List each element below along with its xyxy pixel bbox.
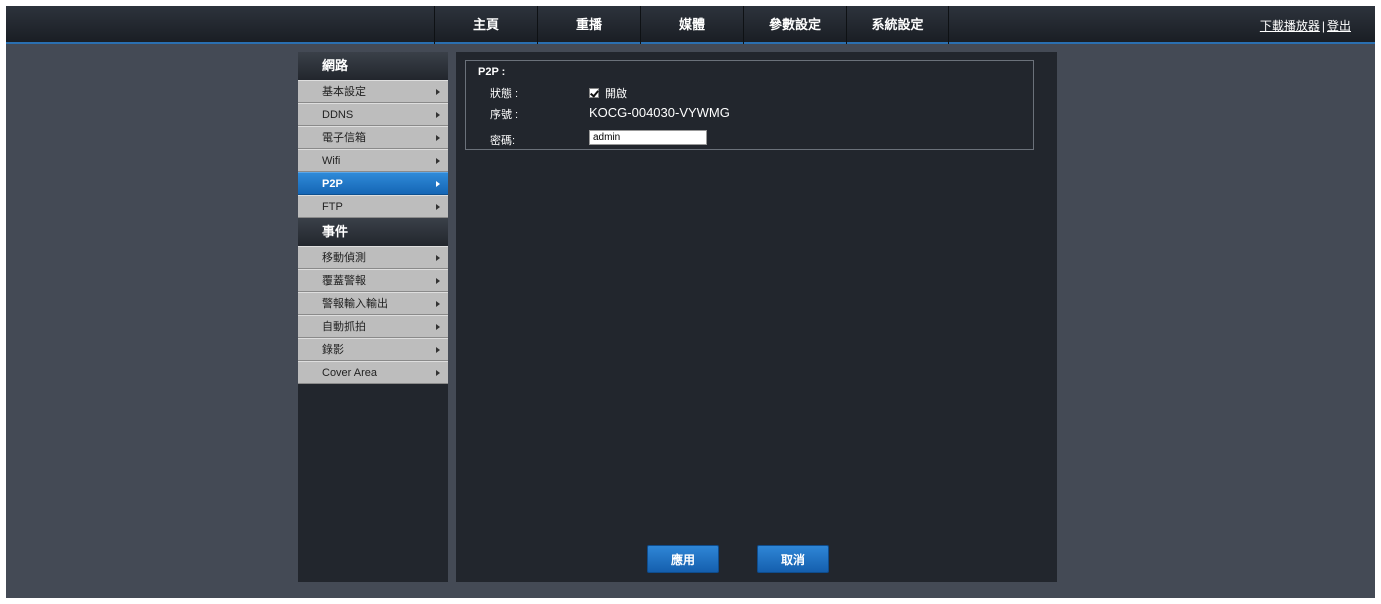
nav-playback[interactable]: 重播 (537, 6, 640, 44)
status-label: 狀態 : (490, 88, 519, 100)
sidebar-item-alarm-io[interactable]: 警報輸入輸出 (298, 292, 448, 315)
sidebar-item-basic-settings[interactable]: 基本設定 (298, 80, 448, 103)
cancel-button[interactable]: 取消 (757, 545, 829, 573)
chevron-right-icon (436, 324, 440, 330)
apply-button[interactable]: 應用 (647, 545, 719, 573)
chevron-right-icon (436, 135, 440, 141)
serial-row: 序號 : KOCG-004030-VYWMG (490, 105, 730, 122)
top-navigation-bar: 主頁 重播 媒體 參數設定 系統設定 下載播放器 | 登出 (6, 6, 1375, 44)
chevron-right-icon (436, 370, 440, 376)
sidebar-item-label: 錄影 (322, 344, 344, 356)
sidebar-item-label: 自動抓拍 (322, 321, 366, 333)
password-label: 密碼: (490, 135, 516, 147)
download-player-link[interactable]: 下載播放器 (1260, 19, 1320, 33)
chevron-right-icon (436, 181, 440, 187)
chevron-right-icon (436, 112, 440, 118)
nav-home[interactable]: 主頁 (434, 6, 537, 44)
sidebar: 網路 基本設定 DDNS 電子信箱 Wifi P2P FTP 事件 移動偵測 覆… (298, 52, 448, 582)
status-enable-checkbox[interactable] (589, 88, 599, 98)
sidebar-item-label: Wifi (322, 155, 341, 167)
serial-value: KOCG-004030-VYWMG (589, 105, 730, 120)
sidebar-item-label: 警報輸入輸出 (322, 298, 388, 310)
app-frame: 主頁 重播 媒體 參數設定 系統設定 下載播放器 | 登出 網路 基本設定 DDNS… (6, 6, 1375, 598)
main-panel: P2P : 狀態 : 開啟 序號 : KOCG-004030-VYWMG 密碼:… (456, 52, 1057, 582)
nav-system-settings[interactable]: 系統設定 (846, 6, 949, 44)
chevron-right-icon (436, 347, 440, 353)
nav-parameter-settings[interactable]: 參數設定 (743, 6, 846, 44)
sidebar-item-ftp[interactable]: FTP (298, 195, 448, 218)
sidebar-item-label: P2P (322, 178, 343, 190)
sidebar-item-label: DDNS (322, 109, 354, 121)
chevron-right-icon (436, 255, 440, 261)
sidebar-item-motion-detection[interactable]: 移動偵測 (298, 246, 448, 269)
sidebar-item-email[interactable]: 電子信箱 (298, 126, 448, 149)
sidebar-item-ddns[interactable]: DDNS (298, 103, 448, 126)
status-row: 狀態 : 開啟 (490, 85, 627, 101)
nav-media[interactable]: 媒體 (640, 6, 743, 44)
sidebar-item-tamper-alarm[interactable]: 覆蓋警報 (298, 269, 448, 292)
link-separator: | (1321, 19, 1325, 33)
p2p-section-title: P2P : (478, 66, 506, 78)
sidebar-item-p2p[interactable]: P2P (298, 172, 448, 195)
chevron-right-icon (436, 89, 440, 95)
chevron-right-icon (436, 301, 440, 307)
chevron-right-icon (436, 204, 440, 210)
sidebar-item-label: FTP (322, 201, 343, 213)
sidebar-item-recording[interactable]: 錄影 (298, 338, 448, 361)
sidebar-header-events: 事件 (298, 218, 448, 246)
sidebar-item-label: 覆蓋警報 (322, 275, 366, 287)
sidebar-item-label: 基本設定 (322, 86, 366, 98)
sidebar-item-label: 電子信箱 (322, 132, 366, 144)
status-enable-label: 開啟 (605, 88, 627, 100)
logout-link[interactable]: 登出 (1327, 19, 1351, 33)
sidebar-item-cover-area[interactable]: Cover Area (298, 361, 448, 384)
chevron-right-icon (436, 278, 440, 284)
serial-label: 序號 : (490, 109, 519, 121)
sidebar-item-auto-snapshot[interactable]: 自動抓拍 (298, 315, 448, 338)
main-nav: 主頁 重播 媒體 參數設定 系統設定 (434, 6, 949, 44)
sidebar-header-network: 網路 (298, 52, 448, 80)
sidebar-item-wifi[interactable]: Wifi (298, 149, 448, 172)
password-row: 密碼: (490, 130, 707, 148)
status-value: 開啟 (589, 85, 627, 101)
password-input[interactable] (589, 130, 707, 145)
sidebar-item-label: Cover Area (322, 367, 378, 379)
sidebar-item-label: 移動偵測 (322, 252, 366, 264)
top-links: 下載播放器 | 登出 (1260, 17, 1351, 34)
chevron-right-icon (436, 158, 440, 164)
p2p-settings-group: P2P : 狀態 : 開啟 序號 : KOCG-004030-VYWMG 密碼: (465, 60, 1034, 150)
